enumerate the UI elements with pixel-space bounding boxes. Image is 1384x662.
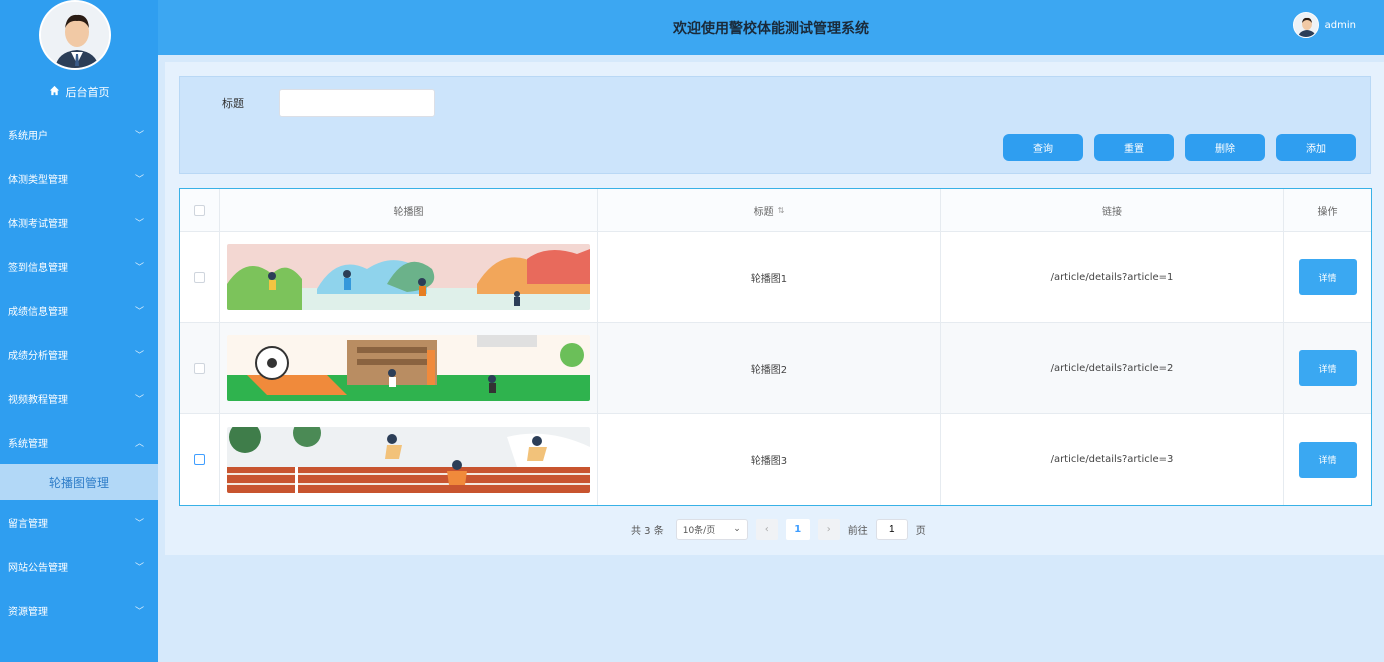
chevron-down-icon: ﹀ [134, 218, 144, 229]
detail-button[interactable]: 详情 [1298, 259, 1357, 295]
goto-prefix: 前往 [847, 525, 868, 537]
chevron-down-icon: ﹀ [134, 394, 144, 405]
row-link: /article/details?article=1 [941, 232, 1284, 322]
chevron-up-icon: ︿ [134, 438, 144, 449]
page-title: 欢迎使用警校体能测试管理系统 [673, 20, 869, 37]
total-count: 共 3 条 [631, 525, 664, 537]
row-checkbox[interactable] [194, 454, 205, 465]
detail-button[interactable]: 详情 [1298, 441, 1357, 478]
sidebar-item-checkin[interactable]: 签到信息管理 ﹀ [0, 244, 158, 288]
table-header: 轮播图 标题 ⇅ 链接 操作 [180, 189, 1371, 232]
delete-button[interactable]: 删除 [1185, 134, 1265, 161]
sidebar: 后台首页 系统用户 ﹀ 体测类型管理 ﹀ 体测考试管理 ﹀ 签到信息管理 ﹀ 成绩信息管… [0, 0, 158, 662]
next-page-button[interactable]: › [817, 518, 840, 540]
carousel-image [227, 244, 590, 310]
chevron-down-icon: ﹀ [134, 606, 144, 617]
sidebar-subitem-carousel[interactable]: 轮播图管理 [0, 464, 158, 500]
sidebar-item-score-analysis[interactable]: 成绩分析管理 ﹀ [0, 332, 158, 376]
chevron-down-icon: ﹀ [134, 306, 144, 317]
sidebar-home-label: 后台首页 [65, 86, 110, 99]
username: admin [1324, 19, 1356, 31]
user-menu[interactable]: admin [1292, 12, 1356, 38]
admin-avatar [39, 0, 111, 70]
select-all-checkbox[interactable] [194, 204, 205, 216]
row-title: 轮播图2 [598, 323, 941, 413]
sidebar-item-system-users[interactable]: 系统用户 ﹀ [0, 112, 158, 156]
detail-button[interactable]: 详情 [1298, 350, 1357, 386]
column-header-action: 操作 [1317, 206, 1338, 218]
row-link: /article/details?article=2 [941, 323, 1284, 413]
page-number-current[interactable]: 1 [785, 518, 810, 540]
column-header-link: 链接 [941, 189, 1284, 231]
chevron-down-icon: ﹀ [134, 174, 144, 185]
row-title: 轮播图3 [598, 414, 941, 505]
row-checkbox[interactable] [194, 271, 205, 283]
sidebar-item-system-management[interactable]: 系统管理 ︿ [0, 420, 158, 464]
sidebar-item-resources[interactable]: 资源管理 ﹀ [0, 588, 158, 632]
sidebar-home[interactable]: 后台首页 [0, 80, 158, 104]
sidebar-menu: 系统用户 ﹀ 体测类型管理 ﹀ 体测考试管理 ﹀ 签到信息管理 ﹀ 成绩信息管理 ﹀ 成绩… [0, 112, 158, 632]
title-search-input[interactable] [279, 89, 435, 117]
chevron-down-icon: ⌄ [733, 524, 741, 534]
sidebar-item-announcements[interactable]: 网站公告管理 ﹀ [0, 544, 158, 588]
pagination: 共 3 条 10条/页 ⌄ ‹ 1 › 前往 页 [631, 518, 926, 540]
sidebar-item-scores[interactable]: 成绩信息管理 ﹀ [0, 288, 158, 332]
carousel-image [227, 426, 590, 493]
prev-page-button[interactable]: ‹ [755, 518, 778, 540]
sidebar-item-messages[interactable]: 留言管理 ﹀ [0, 500, 158, 544]
column-header-title[interactable]: 标题 ⇅ [598, 189, 941, 231]
row-link: /article/details?article=3 [941, 414, 1284, 505]
chevron-down-icon: ﹀ [134, 562, 144, 573]
avatar [1292, 12, 1319, 38]
carousel-image [227, 335, 590, 401]
home-icon [49, 85, 60, 99]
row-checkbox[interactable] [194, 362, 205, 374]
table-row: 轮播图2 /article/details?article=2 详情 [180, 323, 1371, 414]
sidebar-item-video-tutorials[interactable]: 视频教程管理 ﹀ [0, 376, 158, 420]
goto-suffix: 页 [915, 525, 926, 537]
goto-page-input[interactable] [875, 518, 908, 540]
sort-icon[interactable]: ⇅ [778, 206, 785, 215]
search-panel: 标题 查询 重置 删除 添加 [179, 76, 1371, 174]
chevron-down-icon: ﹀ [134, 518, 144, 529]
sidebar-item-test-types[interactable]: 体测类型管理 ﹀ [0, 156, 158, 200]
add-button[interactable]: 添加 [1276, 134, 1356, 161]
chevron-down-icon: ﹀ [134, 262, 144, 273]
chevron-down-icon: ﹀ [134, 350, 144, 361]
page-size-select[interactable]: 10条/页 ⌄ [675, 518, 748, 540]
column-header-image: 轮播图 [220, 189, 598, 231]
chevron-down-icon: ﹀ [134, 130, 144, 141]
table-row: 轮播图3 /article/details?article=3 详情 [180, 414, 1371, 505]
title-filter-label: 标题 [222, 97, 244, 110]
sidebar-item-test-exams[interactable]: 体测考试管理 ﹀ [0, 200, 158, 244]
reset-button[interactable]: 重置 [1094, 134, 1174, 161]
carousel-table: 轮播图 标题 ⇅ 链接 操作 轮播图1 /article/details?art… [179, 188, 1372, 506]
query-button[interactable]: 查询 [1003, 134, 1083, 161]
row-title: 轮播图1 [598, 232, 941, 322]
table-row: 轮播图1 /article/details?article=1 详情 [180, 232, 1371, 323]
top-header: 欢迎使用警校体能测试管理系统 admin [158, 0, 1384, 55]
